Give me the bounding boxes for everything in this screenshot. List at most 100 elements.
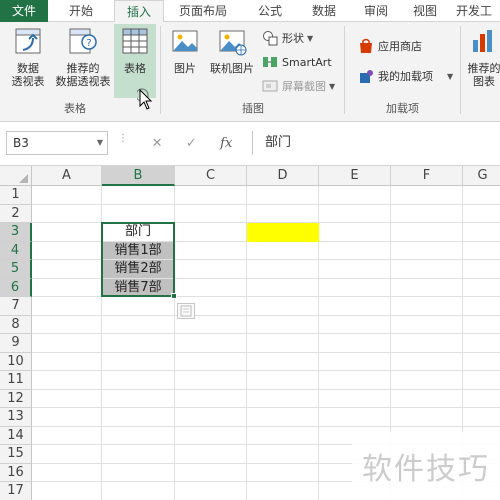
tab-page-layout[interactable]: 页面布局 <box>164 0 242 22</box>
online-pictures-label: 联机图片 <box>210 62 254 75</box>
excel-window: { "tabs": { "file": "文件", "home": "开始", … <box>0 0 500 500</box>
column-header-a[interactable]: A <box>32 166 102 186</box>
column-header-g[interactable]: G <box>463 166 500 186</box>
chevron-down-icon: ▼ <box>447 71 454 81</box>
row-header-3[interactable]: 3 <box>0 223 32 242</box>
store-button[interactable]: 应用商店 <box>358 38 422 54</box>
tab-insert[interactable]: 插入 <box>114 0 164 23</box>
group-separator <box>460 26 461 114</box>
tab-view[interactable]: 视图 <box>402 0 448 22</box>
row-gridline <box>32 388 500 390</box>
formula-bar: B3 ▼ ⋮ ✕ ✓ fx 部门 <box>0 122 500 166</box>
screenshot-icon <box>262 78 278 94</box>
recommended-pivot-label: 推荐的 数据透视表 <box>55 62 111 88</box>
smartart-button[interactable]: SmartArt <box>262 54 332 70</box>
group-separator <box>160 26 161 114</box>
tab-home[interactable]: 开始 <box>48 0 114 22</box>
name-box[interactable]: B3 ▼ <box>6 131 108 155</box>
select-all-button[interactable] <box>0 166 32 186</box>
tab-file[interactable]: 文件 <box>0 0 48 22</box>
pictures-button[interactable]: 图片 <box>166 26 204 75</box>
tables-group-label: 表格 <box>64 102 86 115</box>
insert-function-icon[interactable]: fx <box>220 136 232 151</box>
row-header-7[interactable]: 7 <box>0 297 32 316</box>
pivot-table-label: 数据 透视表 <box>11 62 45 88</box>
row-gridline <box>32 425 500 427</box>
row-header-12[interactable]: 12 <box>0 389 32 408</box>
column-header-d[interactable]: D <box>247 166 319 186</box>
row-header-17[interactable]: 17 <box>0 482 32 500</box>
addins-icon <box>358 68 374 84</box>
shapes-button[interactable]: 形状 ▼ <box>262 30 313 46</box>
highlighted-cell-d3[interactable] <box>247 223 319 242</box>
recommended-pivot-button[interactable]: ? 推荐的 数据透视表 <box>54 26 112 88</box>
column-header-e[interactable]: E <box>319 166 391 186</box>
resize-handle-icon[interactable]: ⋮ <box>118 134 128 150</box>
chevron-down-icon: ▼ <box>307 33 314 43</box>
selection-border <box>101 222 175 297</box>
row-header-14[interactable]: 14 <box>0 426 32 445</box>
row-header-15[interactable]: 15 <box>0 445 32 464</box>
smartart-icon <box>262 54 278 70</box>
recommended-pivot-icon: ? <box>68 26 98 59</box>
name-box-value: B3 <box>13 136 29 150</box>
table-button[interactable]: 表格 <box>114 24 156 98</box>
row-header-8[interactable]: 8 <box>0 315 32 334</box>
quick-analysis-icon[interactable] <box>177 303 195 319</box>
chevron-down-icon[interactable]: ▼ <box>97 132 103 154</box>
column-header-b[interactable]: B <box>102 166 175 186</box>
row-header-10[interactable]: 10 <box>0 352 32 371</box>
formula-input[interactable]: 部门 <box>252 131 500 155</box>
online-pictures-button[interactable]: 联机图片 <box>206 26 258 75</box>
chevron-down-icon: ▼ <box>329 81 336 91</box>
row-header-9[interactable]: 9 <box>0 334 32 353</box>
pivot-table-button[interactable]: 数据 透视表 <box>6 26 50 88</box>
store-icon <box>358 38 374 54</box>
recommended-charts-label: 推荐的 图表 <box>467 62 500 88</box>
pivot-table-icon <box>13 26 43 59</box>
tab-data[interactable]: 数据 <box>298 0 350 22</box>
row-header-5[interactable]: 5 <box>0 260 32 279</box>
row-gridline <box>32 351 500 353</box>
tab-formulas[interactable]: 公式 <box>242 0 298 22</box>
worksheet-grid[interactable]: ABCDEFG 1 2 3 4 5 6 7 8 9 10 11 12 13 14 15 16 17 部门 销售1… <box>0 166 500 500</box>
addins-group-label: 加载项 <box>386 102 419 115</box>
my-addins-button[interactable]: 我的加载项 ▼ <box>358 68 453 84</box>
column-header-f[interactable]: F <box>391 166 463 186</box>
mouse-cursor-icon <box>135 88 153 115</box>
tab-review[interactable]: 审阅 <box>350 0 402 22</box>
row-header-1[interactable]: 1 <box>0 186 32 205</box>
row-header-6[interactable]: 6 <box>0 278 32 297</box>
group-separator <box>344 26 345 114</box>
ribbon-insert: 数据 透视表 ? 推荐的 数据透视表 表格 表格 图片 联机图片 形状 ▼ Sm… <box>0 22 500 122</box>
column-header-c[interactable]: C <box>175 166 247 186</box>
shapes-icon <box>262 30 278 46</box>
recommended-charts-button[interactable]: 推荐的 图表 <box>464 26 500 88</box>
store-label: 应用商店 <box>378 40 422 53</box>
recommended-charts-icon <box>469 26 499 59</box>
row-header-2[interactable]: 2 <box>0 204 32 223</box>
formula-bar-buttons: ✕ ✓ fx <box>140 131 244 155</box>
my-addins-label: 我的加载项 <box>378 70 433 83</box>
row-header-4[interactable]: 4 <box>0 241 32 260</box>
tab-developer[interactable]: 开发工 <box>448 0 500 22</box>
screenshot-button[interactable]: 屏幕截图 ▼ <box>262 78 335 94</box>
svg-text:?: ? <box>86 38 91 49</box>
picture-icon <box>170 26 200 59</box>
shapes-label: 形状 <box>282 32 304 45</box>
fill-handle[interactable] <box>171 293 177 299</box>
row-gridline <box>32 333 500 334</box>
enter-icon[interactable]: ✓ <box>186 136 197 151</box>
row-header-11[interactable]: 11 <box>0 371 32 390</box>
smartart-label: SmartArt <box>282 55 332 69</box>
row-header-16[interactable]: 16 <box>0 463 32 482</box>
row-gridline <box>32 407 500 408</box>
row-gridline <box>32 314 500 316</box>
row-gridline <box>32 370 500 371</box>
cancel-icon[interactable]: ✕ <box>152 136 163 151</box>
screenshot-label: 屏幕截图 <box>282 80 326 93</box>
pictures-label: 图片 <box>174 62 196 75</box>
online-picture-icon <box>217 26 247 59</box>
row-header-13[interactable]: 13 <box>0 408 32 427</box>
row-gridline <box>32 203 500 205</box>
